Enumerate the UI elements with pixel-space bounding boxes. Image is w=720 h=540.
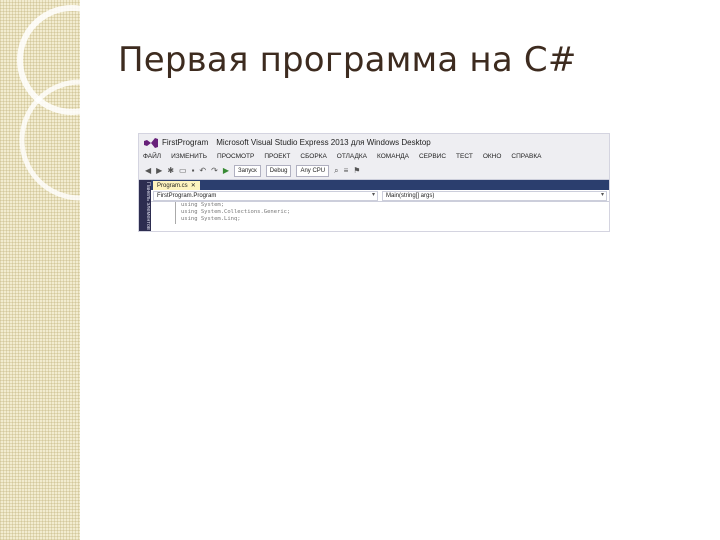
vs-ide-screenshot: FirstProgram Microsoft Visual Studio Exp… — [138, 133, 610, 232]
menu-debug[interactable]: ОТЛАДКА — [337, 153, 367, 160]
visual-studio-logo-icon — [144, 137, 158, 148]
new-project-icon[interactable]: ✱ — [167, 166, 174, 175]
code-line: using System.Collections.Generic; — [181, 209, 291, 215]
configuration-select[interactable]: Debug — [265, 164, 292, 177]
back-icon[interactable]: ◀ — [145, 166, 151, 175]
ide-body: Панель элементов Program.cs ✕ FirstProgr… — [139, 180, 609, 231]
class-navigation-select[interactable]: FirstProgram.Program — [153, 190, 378, 201]
tab-program-cs[interactable]: Program.cs ✕ — [153, 181, 200, 190]
save-icon[interactable]: ▪ — [192, 166, 195, 175]
menu-edit[interactable]: ИЗМЕНИТЬ — [171, 153, 207, 160]
forward-icon[interactable]: ▶ — [156, 166, 162, 175]
menu-test[interactable]: ТЕСТ — [456, 153, 473, 160]
menu-view[interactable]: ПРОСМОТР — [217, 153, 254, 160]
document-tab-strip: Program.cs ✕ — [151, 180, 609, 190]
redo-icon[interactable]: ↷ — [211, 166, 218, 175]
close-icon[interactable]: ✕ — [191, 182, 196, 189]
navigation-bar: FirstProgram.Program Main(string[] args) — [151, 190, 609, 202]
open-icon[interactable]: ▭ — [179, 166, 187, 175]
menu-build[interactable]: СБОРКА — [300, 153, 326, 160]
decorative-circles — [17, 5, 80, 201]
window-titlebar: FirstProgram Microsoft Visual Studio Exp… — [139, 134, 609, 151]
start-button[interactable]: Запуск — [233, 164, 261, 177]
code-editor[interactable]: using System; using System.Collections.Ge… — [151, 202, 609, 224]
menu-window[interactable]: ОКНО — [483, 153, 502, 160]
editor-area: Program.cs ✕ FirstProgram.Program Main(s… — [151, 180, 609, 231]
menu-project[interactable]: ПРОЕКТ — [264, 153, 290, 160]
decorative-left-band — [0, 0, 80, 540]
menu-tools[interactable]: СЕРВИС — [419, 153, 446, 160]
standard-toolbar: ◀ ▶ ✱ ▭ ▪ ↶ ↷ ▶ Запуск Debug Any CPU ⌕ ≡… — [139, 162, 609, 180]
project-name: FirstProgram — [162, 138, 209, 147]
tab-label: Program.cs — [157, 182, 188, 189]
member-navigation-select[interactable]: Main(string[] args) — [382, 190, 607, 201]
slide-title: Первая программа на C# — [118, 40, 577, 80]
comment-icon[interactable]: ≡ — [344, 166, 349, 175]
bookmark-icon[interactable]: ⚑ — [353, 166, 360, 175]
toolbox-panel-tab[interactable]: Панель элементов — [139, 180, 151, 231]
platform-select[interactable]: Any CPU — [296, 164, 330, 177]
menu-bar: ФАЙЛ ИЗМЕНИТЬ ПРОСМОТР ПРОЕКТ СБОРКА ОТЛ… — [139, 151, 609, 162]
code-line: using System; — [181, 202, 225, 208]
code-line: using System.Linq; — [181, 216, 241, 222]
menu-help[interactable]: СПРАВКА — [511, 153, 541, 160]
start-debug-icon[interactable]: ▶ — [223, 166, 229, 175]
undo-icon[interactable]: ↶ — [199, 166, 206, 175]
menu-file[interactable]: ФАЙЛ — [143, 153, 161, 160]
find-icon[interactable]: ⌕ — [334, 166, 338, 176]
menu-team[interactable]: КОМАНДА — [377, 153, 409, 160]
window-title: Microsoft Visual Studio Express 2013 для… — [216, 138, 431, 147]
